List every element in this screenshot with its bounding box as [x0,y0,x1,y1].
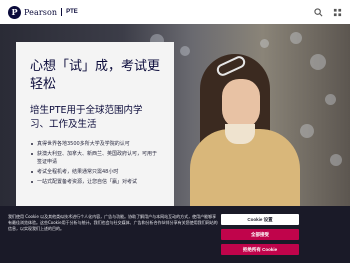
bokeh-light [330,154,342,166]
person-face [222,79,260,129]
bokeh-light [325,94,336,105]
list-item: 考试全程机考，结果通常只需48小时 [30,168,160,176]
site-header: P Pearson PTE [0,0,350,24]
hero-title: 心想「试」成，考试更轻松 [30,59,161,92]
person-collar [225,124,255,144]
cookie-banner: 我们使用 Cookie 以及其他类似技术进行个人化内容，广告与功能。协助了解用户… [0,206,350,263]
bokeh-light [300,124,314,138]
search-icon[interactable] [313,7,323,17]
list-item: 一站式配置备考资源，让您自信「赢」对考试 [30,178,160,186]
pearson-logo-mark: P [8,5,21,19]
accept-all-button[interactable]: 全部接受 [221,229,299,240]
pearson-logo[interactable]: P Pearson PTE [8,5,78,19]
reject-all-button[interactable]: 拒绝所有 Cookie [221,244,299,255]
hero-bullets: 真得世界各地3500多所大学及学院的认可 获澳大利亚、加拿大、新西兰、英国政府认… [30,140,160,186]
list-item: 获澳大利亚、加拿大、新西兰、英国政府认可，可用于签证申请 [30,150,160,166]
bokeh-light [290,32,302,44]
logo-sub: PTE [66,9,78,15]
cookie-text: 我们使用 Cookie 以及其他类似技术进行个人化内容，广告与功能。协助了解用户… [8,214,218,231]
list-item: 真得世界各地3500多所大学及学院的认可 [30,140,160,148]
bokeh-light [180,46,190,56]
bokeh-light [310,54,326,70]
logo-text: Pearson [24,7,58,17]
cookie-settings-button[interactable]: Cookie 设置 [221,214,299,225]
hero-subtitle: 培生PTE用于全球范围内学习、工作及生活 [30,105,143,130]
bokeh-light [260,39,269,48]
logo-divider [61,8,63,16]
menu-icon[interactable] [332,7,342,17]
